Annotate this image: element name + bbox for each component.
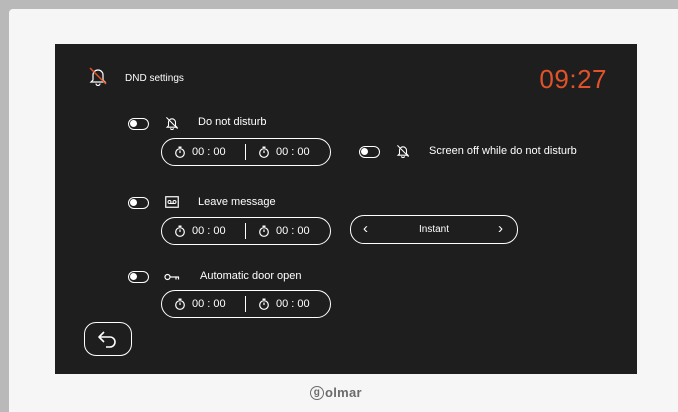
dnd-label: Do not disturb bbox=[198, 116, 267, 128]
page-title: DND settings bbox=[125, 73, 184, 84]
toggle-knob bbox=[130, 199, 137, 206]
bell-off-icon bbox=[165, 117, 179, 130]
leave-message-end-time[interactable]: 00 : 00 bbox=[258, 218, 310, 244]
auto-door-toggle[interactable] bbox=[128, 271, 149, 283]
dnd-start-value: 00 : 00 bbox=[192, 146, 226, 158]
dnd-end-value: 00 : 00 bbox=[276, 146, 310, 158]
leave-message-time-range[interactable]: 00 : 00 00 : 00 bbox=[161, 217, 331, 245]
auto-door-start-value: 00 : 00 bbox=[192, 298, 226, 310]
next-option-button[interactable]: › bbox=[498, 220, 503, 237]
time-divider bbox=[245, 223, 246, 239]
brand-logo-text: olmar bbox=[325, 385, 362, 400]
time-divider bbox=[245, 296, 246, 312]
back-button[interactable] bbox=[84, 322, 132, 356]
dnd-toggle[interactable] bbox=[128, 118, 149, 130]
clock: 09:27 bbox=[539, 64, 607, 94]
auto-door-label: Automatic door open bbox=[200, 270, 302, 282]
toggle-knob bbox=[130, 273, 137, 280]
voicemail-icon bbox=[165, 196, 179, 208]
bell-off-icon bbox=[396, 145, 410, 158]
toggle-knob bbox=[361, 148, 368, 155]
brand-logo-mark: g bbox=[310, 385, 324, 400]
message-delay-value: Instant bbox=[418, 224, 450, 235]
timer-icon bbox=[175, 225, 185, 237]
leave-message-label: Leave message bbox=[198, 196, 276, 208]
dnd-start-time[interactable]: 00 : 00 bbox=[174, 139, 226, 165]
auto-door-time-range[interactable]: 00 : 00 00 : 00 bbox=[161, 290, 331, 318]
timer-icon bbox=[175, 298, 185, 310]
back-arrow-icon bbox=[98, 331, 116, 348]
auto-door-end-time[interactable]: 00 : 00 bbox=[258, 291, 310, 317]
auto-door-end-value: 00 : 00 bbox=[276, 298, 310, 310]
key-icon bbox=[164, 273, 180, 281]
screen: DND settings 09:27 Do not disturb 00 : 0… bbox=[55, 44, 637, 374]
screen-off-toggle[interactable] bbox=[359, 146, 380, 158]
brand-logo: g olmar bbox=[310, 385, 362, 400]
time-divider bbox=[245, 144, 246, 160]
timer-icon bbox=[259, 225, 269, 237]
dnd-time-range[interactable]: 00 : 00 00 : 00 bbox=[161, 138, 331, 166]
leave-message-start-time[interactable]: 00 : 00 bbox=[174, 218, 226, 244]
timer-icon bbox=[259, 298, 269, 310]
timer-icon bbox=[175, 146, 185, 158]
leave-message-start-value: 00 : 00 bbox=[192, 225, 226, 237]
message-delay-selector[interactable]: ‹ Instant › bbox=[350, 215, 518, 244]
screen-off-label: Screen off while do not disturb bbox=[429, 145, 577, 157]
dnd-end-time[interactable]: 00 : 00 bbox=[258, 139, 310, 165]
auto-door-start-time[interactable]: 00 : 00 bbox=[174, 291, 226, 317]
timer-icon bbox=[259, 146, 269, 158]
bell-off-icon bbox=[89, 67, 107, 86]
leave-message-end-value: 00 : 00 bbox=[276, 225, 310, 237]
leave-message-toggle[interactable] bbox=[128, 197, 149, 209]
toggle-knob bbox=[130, 120, 137, 127]
